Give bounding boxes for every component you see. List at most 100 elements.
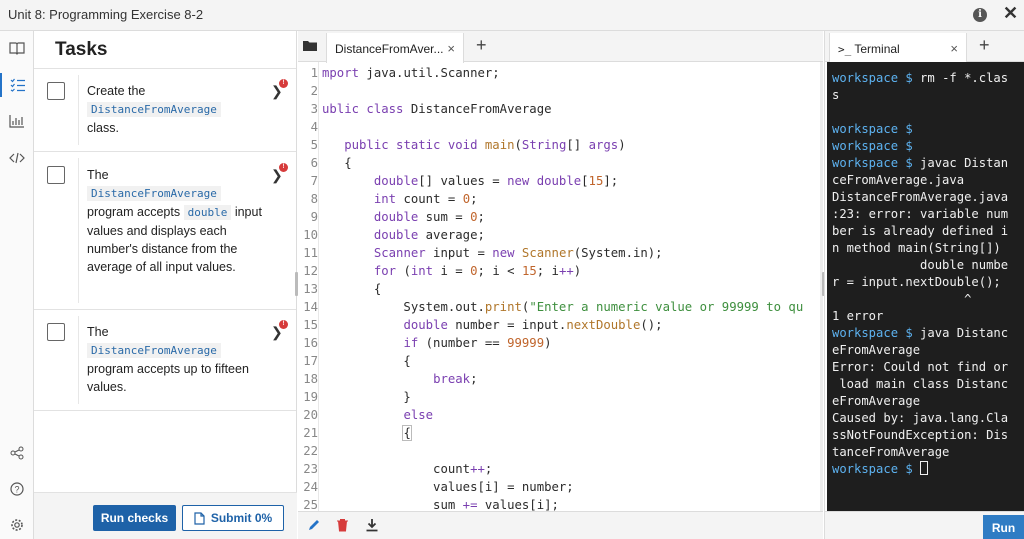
terminal-text: javac Distan (912, 156, 1009, 170)
terminal-text: 1 error (832, 309, 884, 323)
tab-terminal[interactable]: >_ Terminal × (829, 33, 967, 63)
terminal-text: Error: Could not find or (832, 360, 1009, 374)
line-number: 22 (303, 444, 318, 458)
terminal-command-line: workspace $ rm -f *.clas (832, 70, 1024, 87)
share-icon[interactable] (0, 441, 34, 465)
tasks-list-icon[interactable] (0, 73, 34, 97)
terminal-output-line: ber is already defined i (832, 223, 1024, 240)
line-number: 9 (310, 210, 318, 224)
line-number: 13 (303, 282, 318, 296)
terminal-text: ber is already defined i (832, 224, 1009, 238)
trash-icon[interactable] (336, 518, 349, 537)
terminal-output-line: :23: error: variable num (832, 206, 1024, 223)
terminal-text: Caused by: java.lang.Cla (832, 411, 1009, 425)
task-text: program accepts (87, 205, 181, 219)
task-text: The (87, 168, 109, 182)
line-number: 17 (303, 354, 318, 368)
run-checks-button[interactable]: Run checks (93, 505, 176, 531)
code-line: } (322, 390, 411, 404)
code-line: double average; (373, 228, 485, 242)
terminal-command-line: workspace $ java Distanc (832, 325, 1024, 342)
code-line: double sum = 0; (373, 210, 485, 224)
title-bar: Unit 8: Programming Exercise 8-2 i ✕ (0, 0, 1024, 31)
task-code: DistanceFromAverage (87, 343, 221, 358)
terminal-tab-bar: >_ Terminal × + (825, 31, 1024, 63)
task-checkbox[interactable] (47, 82, 65, 100)
line-number: 23 (303, 462, 318, 476)
terminal-prompt: workspace $ (832, 139, 913, 153)
task-code: DistanceFromAverage (87, 186, 221, 201)
book-icon[interactable] (0, 36, 34, 60)
line-number: 25 (303, 498, 318, 511)
terminal-text: ceFromAverage.java (832, 173, 965, 187)
code-line: if (number == 99999) (403, 336, 552, 350)
terminal-command-line: workspace $ (832, 121, 1024, 138)
tasks-heading: Tasks (34, 31, 296, 69)
terminal-text: n method main(String[]) (832, 241, 1001, 255)
code-editor: DistanceFromAver... × + 1 mport java.util… (298, 31, 823, 539)
terminal-output-line: ceFromAverage.java (832, 172, 1024, 189)
terminal-command-line: workspace $ (832, 138, 1024, 155)
task-text: The (87, 325, 109, 339)
terminal-prompt: workspace $ (832, 462, 913, 476)
gutter-divider (318, 62, 319, 511)
close-tab-icon[interactable]: × (950, 41, 958, 56)
task-description: The DistanceFromAverage program accepts … (87, 323, 267, 396)
terminal-prompt: workspace $ (832, 122, 913, 136)
line-number: 4 (310, 120, 318, 134)
download-icon[interactable] (365, 518, 379, 537)
add-tab-icon[interactable]: + (979, 35, 990, 56)
terminal-command-line: workspace $ javac Distan (832, 155, 1024, 172)
code-area[interactable]: 1 mport java.util.Scanner; 2 3 ublic class… (298, 62, 820, 511)
task-description: Create the DistanceFromAverage class. (87, 82, 267, 137)
terminal-output[interactable]: workspace $ rm -f *.clas s workspace $ work… (827, 62, 1024, 511)
terminal-output-line: r = input.nextDouble(); (832, 274, 1024, 291)
terminal-text: tanceFromAverage (832, 445, 950, 459)
tasks-footer: Run checks Submit 0% (34, 492, 297, 539)
task-item[interactable]: The DistanceFromAverage program accepts … (34, 152, 296, 310)
code-line: { (322, 156, 352, 170)
task-divider (78, 75, 79, 145)
line-number: 15 (303, 318, 318, 332)
close-tab-icon[interactable]: × (447, 41, 455, 56)
code-line: { (322, 354, 411, 368)
terminal-cursor (920, 461, 929, 475)
help-icon[interactable]: ? (0, 477, 34, 501)
line-number: 1 (310, 66, 318, 80)
chart-icon[interactable] (0, 109, 34, 133)
document-icon (194, 511, 205, 525)
terminal-output-line: eFromAverage (832, 393, 1024, 410)
code-icon[interactable] (0, 146, 34, 170)
task-checkbox[interactable] (47, 166, 65, 184)
terminal-output-line: Caused by: java.lang.Cla (832, 410, 1024, 427)
code-line: double number = input.nextDouble(); (403, 318, 663, 332)
line-number: 21 (303, 426, 318, 440)
line-number: 2 (310, 84, 318, 98)
line-number: 3 (310, 102, 318, 116)
task-item[interactable]: Create the DistanceFromAverage class. ❯ … (34, 69, 296, 152)
line-number: 20 (303, 408, 318, 422)
submit-button[interactable]: Submit 0% (182, 505, 284, 531)
info-icon[interactable]: i (973, 8, 987, 22)
task-checkbox[interactable] (47, 323, 65, 341)
task-item[interactable]: The DistanceFromAverage program accepts … (34, 310, 296, 411)
line-number: 19 (303, 390, 318, 404)
run-button[interactable]: Run (983, 515, 1024, 539)
add-tab-icon[interactable]: + (476, 35, 487, 56)
tab-distance-from-average[interactable]: DistanceFromAver... × (326, 33, 464, 63)
terminal-command-line: workspace $ (832, 461, 1024, 478)
pencil-icon[interactable] (307, 518, 321, 537)
error-badge: ! (279, 79, 288, 88)
settings-icon[interactable] (0, 513, 34, 537)
task-text: program accepts up to fifteen values. (87, 362, 249, 394)
task-divider (78, 316, 79, 404)
code-line: count++; (322, 462, 493, 476)
terminal-prompt: workspace $ (832, 71, 913, 85)
terminal-text: DistanceFromAverage.java (832, 190, 1009, 204)
folder-icon[interactable] (302, 39, 318, 57)
terminal-text: s (832, 88, 840, 102)
close-icon[interactable]: ✕ (1003, 3, 1018, 24)
line-number: 7 (310, 174, 318, 188)
